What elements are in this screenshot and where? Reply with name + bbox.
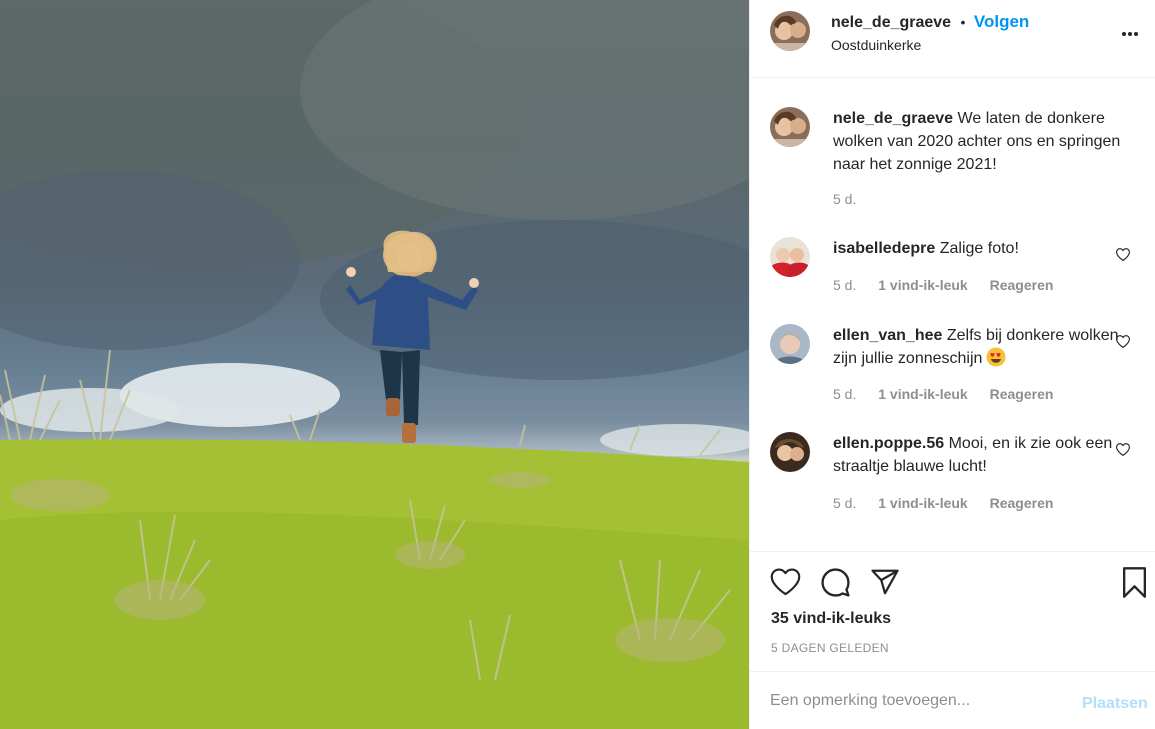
caption-username[interactable]: nele_de_graeve bbox=[833, 110, 953, 127]
comment-avatar[interactable] bbox=[770, 324, 810, 364]
caption-avatar[interactable] bbox=[770, 107, 810, 147]
comment-like-count[interactable]: 1 vind-ik-leuk bbox=[878, 386, 967, 402]
comment-text: ellen_van_hee Zelfs bij donkere wolken z… bbox=[833, 324, 1128, 370]
photo-scene bbox=[0, 0, 749, 729]
like-count[interactable]: 35 vind-ik-leuks bbox=[771, 610, 891, 628]
post-location[interactable]: Oostduinkerke bbox=[831, 37, 921, 53]
add-comment-bar: Plaatsen bbox=[750, 671, 1155, 729]
comment-age[interactable]: 5 d. bbox=[833, 277, 856, 293]
comment-bubble-icon[interactable] bbox=[820, 567, 851, 603]
caption-meta: 5 d. bbox=[833, 191, 874, 207]
comment-meta: 5 d. 1 vind-ik-leuk Reageren bbox=[833, 386, 1071, 402]
comments-list: nele_de_graeve We laten de donkere wolke… bbox=[750, 79, 1155, 551]
post-header: nele_de_graeve • Volgen Oostduinkerke bbox=[750, 0, 1155, 78]
author-username[interactable]: nele_de_graeve bbox=[831, 14, 951, 31]
comment-input[interactable] bbox=[770, 692, 1070, 710]
like-comment-heart-icon[interactable] bbox=[1115, 248, 1131, 266]
author-line: nele_de_graeve • Volgen bbox=[831, 12, 1029, 32]
more-options-icon[interactable] bbox=[1121, 20, 1139, 43]
comment-like-count[interactable]: 1 vind-ik-leuk bbox=[878, 495, 967, 511]
post-actions: 35 vind-ik-leuks 5 DAGEN GELEDEN bbox=[750, 551, 1155, 671]
comment-age[interactable]: 5 d. bbox=[833, 386, 856, 402]
comment-meta: 5 d. 1 vind-ik-leuk Reageren bbox=[833, 277, 1071, 293]
bookmark-save-icon[interactable] bbox=[1121, 567, 1148, 603]
comment-text: ellen.poppe.56 Mooi, en ik zie ook een s… bbox=[833, 432, 1128, 478]
caption-age[interactable]: 5 d. bbox=[833, 191, 856, 207]
comment-meta: 5 d. 1 vind-ik-leuk Reageren bbox=[833, 495, 1071, 511]
reply-button[interactable]: Reageren bbox=[990, 495, 1054, 511]
heart-eyes-emoji bbox=[986, 347, 1006, 367]
post-photo[interactable] bbox=[0, 0, 749, 729]
separator-dot: • bbox=[960, 14, 966, 30]
comment-username[interactable]: isabelledepre bbox=[833, 240, 935, 257]
reply-button[interactable]: Reageren bbox=[990, 277, 1054, 293]
post-side-panel: nele_de_graeve • Volgen Oostduinkerke ne… bbox=[749, 0, 1155, 729]
reply-button[interactable]: Reageren bbox=[990, 386, 1054, 402]
comment-text: isabelledepre Zalige foto! bbox=[833, 237, 1128, 260]
comment-username[interactable]: ellen.poppe.56 bbox=[833, 435, 944, 452]
like-comment-heart-icon[interactable] bbox=[1115, 443, 1131, 461]
caption-text: nele_de_graeve We laten de donkere wolke… bbox=[833, 107, 1128, 176]
comment-body: Zalige foto! bbox=[939, 240, 1019, 257]
like-comment-heart-icon[interactable] bbox=[1115, 335, 1131, 353]
follow-button[interactable]: Volgen bbox=[974, 12, 1029, 31]
comment-avatar[interactable] bbox=[770, 432, 810, 472]
comment-username[interactable]: ellen_van_hee bbox=[833, 327, 942, 344]
author-avatar[interactable] bbox=[770, 11, 810, 51]
comment-avatar[interactable] bbox=[770, 237, 810, 277]
comment-age[interactable]: 5 d. bbox=[833, 495, 856, 511]
comment-like-count[interactable]: 1 vind-ik-leuk bbox=[878, 277, 967, 293]
like-heart-icon[interactable] bbox=[770, 568, 801, 601]
share-send-icon[interactable] bbox=[870, 568, 900, 601]
post-date[interactable]: 5 DAGEN GELEDEN bbox=[771, 641, 889, 655]
post-comment-button[interactable]: Plaatsen bbox=[1082, 695, 1148, 713]
